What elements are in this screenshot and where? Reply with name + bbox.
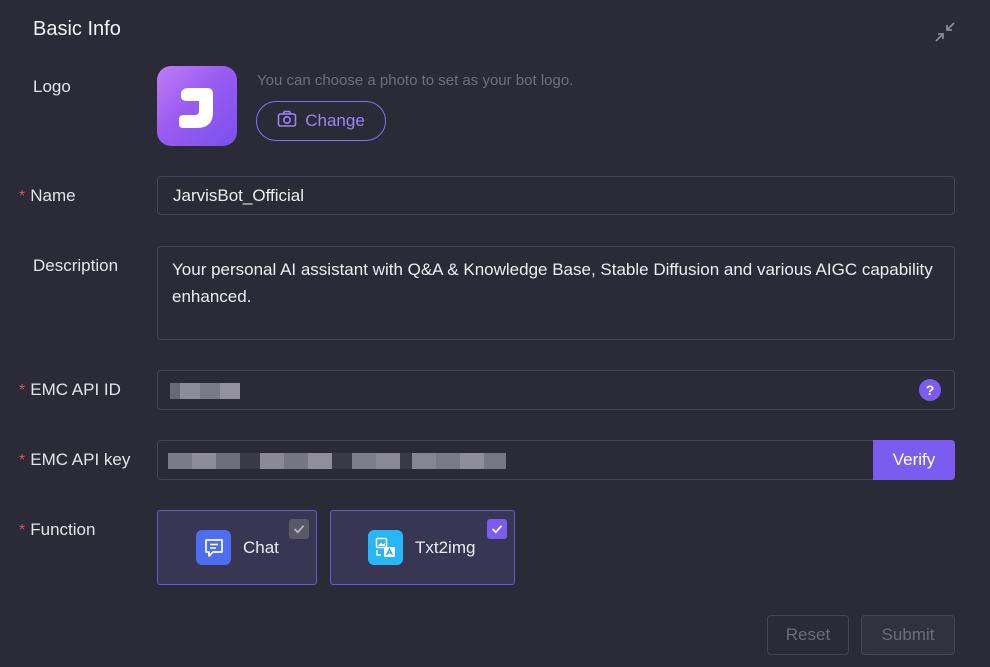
required-marker: * [19,382,26,399]
logo-hint: You can choose a photo to set as your bo… [257,72,574,89]
emc-api-key-input[interactable] [157,440,874,480]
function-option-chat[interactable]: Chat [157,510,317,585]
check-icon [491,525,503,534]
reset-button[interactable]: Reset [767,615,849,655]
function-label: * Function [19,520,96,539]
emc-api-key-label: * EMC API key [19,450,131,469]
collapse-icon[interactable] [933,20,957,44]
check-icon [293,525,305,534]
function-option-txt2img[interactable]: Txt2img [330,510,515,585]
submit-button[interactable]: Submit [861,615,955,655]
name-input[interactable]: JarvisBot_Official [157,176,955,215]
chat-checkbox[interactable] [289,519,309,539]
panel-title: Basic Info [33,18,121,40]
required-marker: * [19,522,26,539]
masked-value [168,453,506,469]
change-logo-label: Change [305,111,365,130]
description-textarea[interactable]: Your personal AI assistant with Q&A & Kn… [157,246,955,340]
emc-api-id-input[interactable]: ? [157,370,955,410]
function-txt2img-label: Txt2img [415,537,476,557]
description-label: Description [33,256,119,275]
image-text-icon [368,530,403,565]
logo-j-glyph [179,88,213,128]
name-label: * Name [19,186,76,205]
camera-icon [277,110,297,133]
basic-info-panel: Basic Info Logo You can choose a photo t… [0,0,990,667]
txt2img-checkbox[interactable] [487,519,507,539]
bot-logo [157,66,237,146]
emc-api-id-label: * EMC API ID [19,380,121,399]
masked-value [170,383,240,399]
function-chat-label: Chat [243,537,279,557]
chat-icon [196,530,231,565]
help-icon[interactable]: ? [919,379,941,401]
required-marker: * [19,452,26,469]
logo-label: Logo [33,77,71,96]
verify-button[interactable]: Verify [873,440,955,480]
change-logo-button[interactable]: Change [256,101,386,141]
required-marker: * [19,188,26,205]
